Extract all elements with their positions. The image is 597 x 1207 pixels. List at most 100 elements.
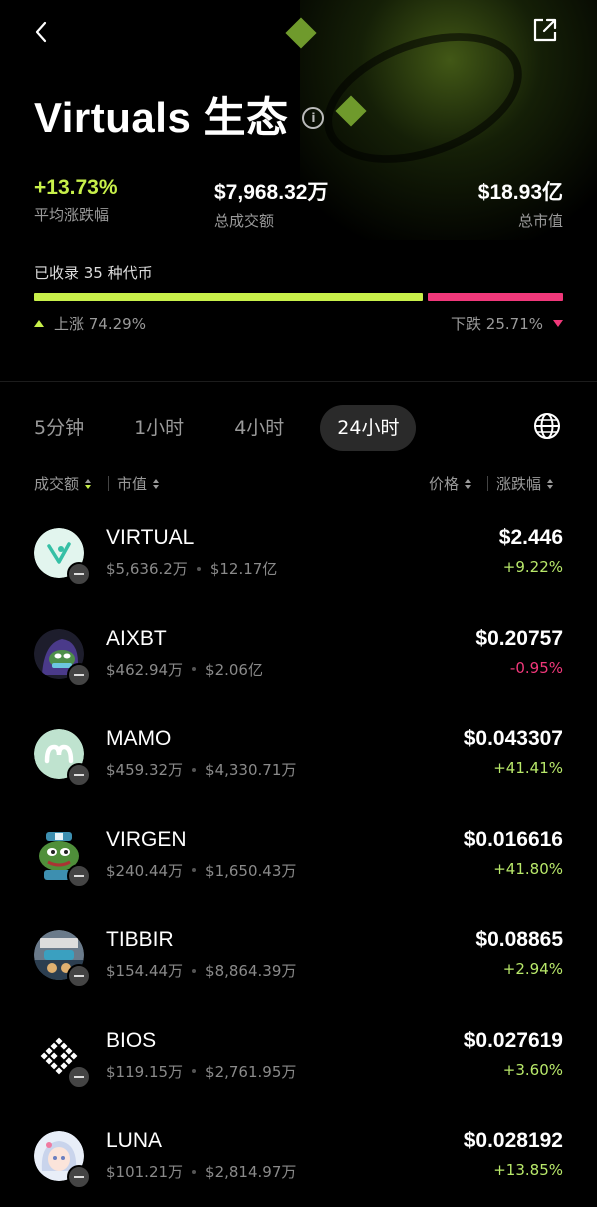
top-bar — [0, 0, 597, 64]
token-volume: $459.32万 — [106, 761, 184, 779]
token-change: +13.85% — [493, 1161, 563, 1179]
token-symbol: BIOS — [106, 1028, 157, 1052]
sort-arrows-icon — [547, 478, 554, 489]
token-row-virgen[interactable]: VIRGEN $240.44万 $1,650.43万 $0.016616 +41… — [0, 805, 597, 906]
tab-5m[interactable]: 5分钟 — [20, 405, 98, 451]
token-volume-cap: $119.15万 $2,761.95万 — [106, 1061, 296, 1082]
stat-total-market-cap: $18.93亿 总市值 — [478, 176, 563, 231]
stat-label: 总市值 — [517, 212, 563, 230]
tracked-count: 已收录 35 种代币 — [34, 264, 153, 282]
triangle-up-icon — [34, 320, 44, 327]
token-market-cap: $2.06亿 — [205, 660, 263, 679]
down-ratio-bar — [428, 293, 563, 301]
token-row-tibbir[interactable]: TIBBIR $154.44万 $8,864.39万 $0.08865 +2.9… — [0, 905, 597, 1006]
sort-arrows-icon — [465, 478, 472, 489]
triangle-down-icon — [553, 320, 563, 327]
token-volume: $240.44万 — [106, 861, 184, 880]
token-row-aixbt[interactable]: AIXBT $462.94万 $2.06亿 $0.20757 -0.95% — [0, 604, 597, 705]
token-market-cap: $2,814.97万 — [205, 1163, 297, 1181]
divider — [0, 381, 597, 382]
external-link-icon[interactable] — [531, 16, 559, 44]
token-change: +2.94% — [502, 960, 563, 978]
sort-arrows-icon — [153, 478, 160, 489]
token-price: $2.446 — [498, 526, 563, 549]
up-ratio: 上涨 74.29% — [34, 313, 146, 334]
token-change: +41.41% — [493, 759, 563, 777]
token-change: +41.80% — [493, 859, 563, 878]
sort-price[interactable]: 价格 — [429, 473, 472, 494]
token-volume: $119.15万 — [106, 1062, 184, 1081]
stat-total-volume: $7,968.32万 总成交额 — [214, 176, 328, 231]
info-icon[interactable]: i — [302, 106, 325, 129]
token-change: -0.95% — [509, 658, 563, 677]
token-price: $0.043307 — [463, 727, 563, 750]
tab-4h[interactable]: 4小时 — [220, 405, 298, 451]
tab-1h[interactable]: 1小时 — [120, 405, 198, 451]
token-market-cap: $1,650.43万 — [205, 861, 297, 880]
token-price: $0.08865 — [475, 928, 563, 951]
globe-icon[interactable] — [533, 412, 561, 440]
chain-badge-icon — [67, 863, 91, 888]
token-volume-cap: $5,636.2万 $12.17亿 — [106, 558, 277, 579]
stat-avg-change: +13.73% 平均涨跌幅 — [34, 176, 118, 225]
up-ratio-label: 上涨 74.29% — [54, 315, 146, 333]
chevron-left-icon[interactable] — [30, 18, 54, 46]
chain-badge-icon — [67, 763, 91, 787]
token-volume-cap: $462.94万 $2.06亿 — [106, 659, 263, 680]
sort-change[interactable]: 涨跌幅 — [496, 473, 554, 494]
sort-change-label: 涨跌幅 — [496, 475, 542, 493]
chain-badge-icon — [67, 1064, 91, 1089]
token-symbol: AIXBT — [106, 626, 167, 650]
tab-24h[interactable]: 24小时 — [320, 405, 417, 451]
sort-price-label: 价格 — [429, 475, 460, 493]
token-symbol: LUNA — [106, 1129, 163, 1152]
token-row-luna[interactable]: LUNA $101.21万 $2,814.97万 $0.028192 +13.8… — [0, 1106, 597, 1207]
token-change: +9.22% — [502, 558, 563, 576]
token-volume-cap: $101.21万 $2,814.97万 — [106, 1161, 296, 1182]
token-symbol: VIRTUAL — [106, 526, 195, 549]
token-row-mamo[interactable]: MAMO $459.32万 $4,330.71万 $0.043307 +41.4… — [0, 704, 597, 805]
token-market-cap: $12.17亿 — [209, 560, 278, 578]
sort-bar: 成交额 市值 价格 涨跌幅 — [34, 473, 563, 495]
timeframe-tabs: 5分钟 1小时 4小时 24小时 — [20, 404, 438, 452]
sort-arrows-icon — [85, 478, 92, 489]
down-ratio: 下跌 25.71% — [451, 313, 563, 334]
sort-separator — [108, 476, 109, 491]
token-volume: $5,636.2万 — [106, 560, 188, 578]
token-volume-cap: $154.44万 $8,864.39万 — [106, 960, 296, 981]
token-list: VIRTUAL $5,636.2万 $12.17亿 $2.446 +9.22% … — [0, 503, 597, 1207]
stats-summary: +13.73% 平均涨跌幅 $7,968.32万 总成交额 $18.93亿 总市… — [34, 176, 563, 230]
chain-badge-icon — [67, 1165, 91, 1189]
sort-volume-label: 成交额 — [34, 475, 80, 493]
stat-value: $18.93亿 — [477, 181, 563, 204]
token-row-bios[interactable]: BIOS $119.15万 $2,761.95万 $0.027619 +3.60… — [0, 1006, 597, 1107]
stat-value: $7,968.32万 — [214, 181, 329, 204]
token-price: $0.20757 — [475, 626, 563, 650]
token-volume-cap: $240.44万 $1,650.43万 — [106, 860, 296, 881]
token-symbol: TIBBIR — [106, 928, 174, 951]
token-price: $0.016616 — [463, 827, 563, 851]
down-ratio-label: 下跌 25.71% — [451, 315, 543, 333]
sort-volume[interactable]: 成交额 — [34, 473, 92, 494]
token-symbol: VIRGEN — [106, 827, 187, 851]
token-price: $0.028192 — [463, 1129, 563, 1152]
stat-label: 总成交额 — [214, 212, 275, 230]
sort-market-cap-label: 市值 — [117, 475, 148, 493]
token-price: $0.027619 — [463, 1028, 563, 1052]
title-row: Virtuals 生态 i — [34, 84, 325, 145]
token-change: +3.60% — [502, 1060, 563, 1079]
chain-badge-icon — [67, 964, 91, 988]
token-market-cap: $8,864.39万 — [205, 962, 297, 980]
stat-value: +13.73% — [34, 176, 118, 199]
chain-badge-icon — [67, 562, 91, 586]
chain-badge-icon — [67, 662, 91, 687]
token-market-cap: $4,330.71万 — [205, 761, 297, 779]
up-ratio-bar — [34, 293, 423, 301]
token-volume: $101.21万 — [106, 1163, 184, 1181]
sort-separator — [487, 476, 488, 491]
token-market-cap: $2,761.95万 — [205, 1062, 297, 1081]
stat-label: 平均涨跌幅 — [34, 206, 110, 224]
token-row-virtual[interactable]: VIRTUAL $5,636.2万 $12.17亿 $2.446 +9.22% — [0, 503, 597, 604]
sort-market-cap[interactable]: 市值 — [117, 473, 160, 494]
page-title: Virtuals 生态 — [34, 94, 289, 141]
